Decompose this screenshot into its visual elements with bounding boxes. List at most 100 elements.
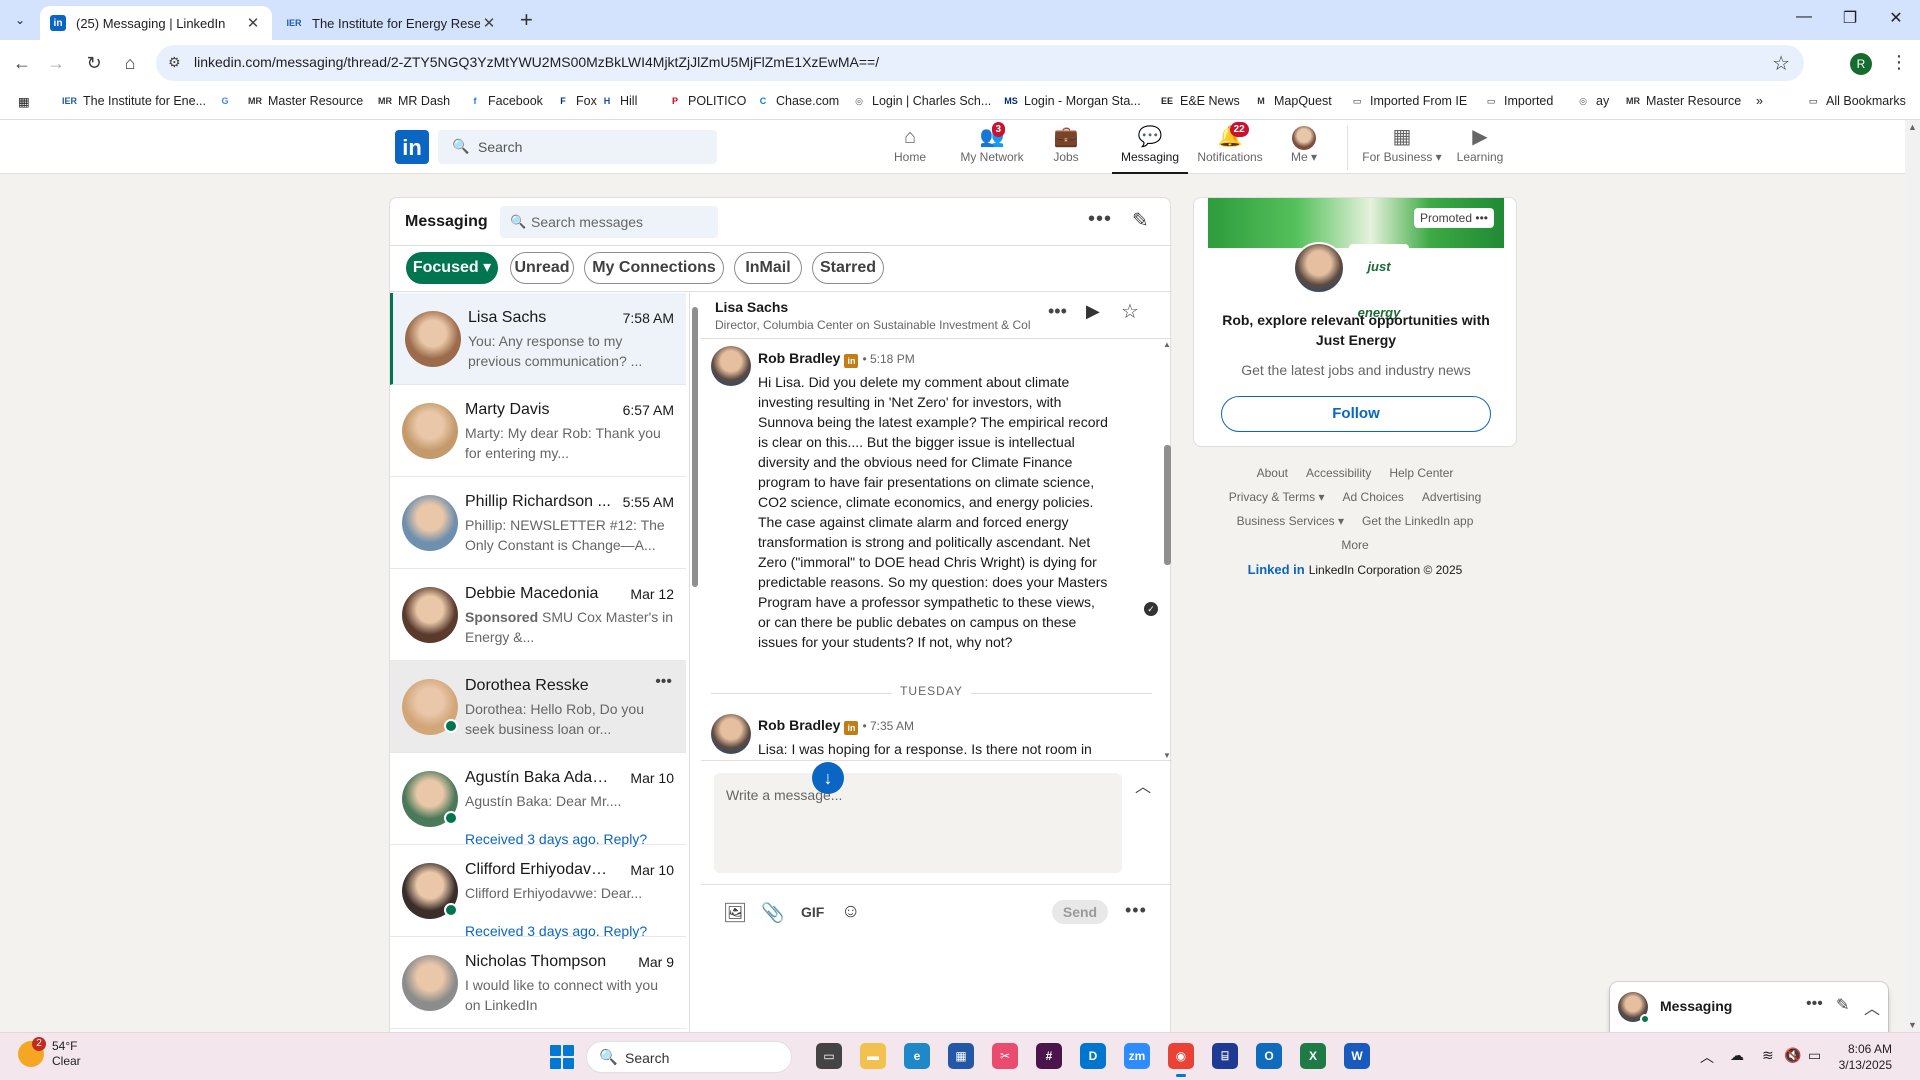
omnibox[interactable]: ⚙ linkedin.com/messaging/thread/2-ZTY5NG… [156, 45, 1804, 81]
nav-notifications[interactable]: 🔔 22 Notifications [1192, 122, 1268, 174]
expand-composer-icon[interactable]: ︿ [1135, 773, 1151, 797]
close-tab-icon[interactable]: ✕ [244, 14, 262, 32]
image-icon[interactable]: 🖼 [723, 901, 747, 925]
close-window-icon[interactable]: ✕ [1876, 8, 1916, 28]
footer-link[interactable]: Accessibility [1306, 466, 1371, 480]
footer-link[interactable]: Help Center [1389, 466, 1453, 480]
company-logo[interactable]: just energy [1349, 244, 1409, 320]
footer-link[interactable]: Get the LinkedIn app [1362, 514, 1473, 528]
promoted-label[interactable]: Promoted ••• [1414, 208, 1494, 228]
conversation-item[interactable]: Nicholas Thompson Mar 9 I would like to co… [390, 937, 686, 1029]
emoji-icon[interactable]: ☺ [841, 901, 860, 923]
chevron-up-icon[interactable]: ︿ [1864, 995, 1880, 1019]
nav-learning[interactable]: ▶ Learning [1448, 124, 1512, 174]
url-text[interactable]: linkedin.com/messaging/thread/2-ZTY5NGQ3… [194, 54, 879, 70]
nav-jobs[interactable]: 💼 Jobs [1044, 124, 1088, 174]
filter-focused[interactable]: Focused ▾ [406, 252, 498, 284]
footer-link[interactable]: About [1257, 466, 1288, 480]
close-tab-icon[interactable]: ✕ [480, 14, 498, 32]
zoom-icon[interactable]: zm [1124, 1043, 1150, 1069]
compose-icon[interactable]: ✎ [1836, 995, 1849, 1015]
footer-link[interactable]: Privacy & Terms ▾ [1229, 490, 1325, 504]
page-scrollbar[interactable]: ▲ ▼ [1905, 120, 1920, 1032]
conversation-item[interactable]: Dorothea Resske ••• Dorothea: Hello Rob, D… [390, 661, 686, 753]
bookmark-item[interactable]: MR Master Resource [248, 94, 363, 108]
conversation-item[interactable]: Marty Davis 6:57 AM Marty: My dear Rob: Th… [390, 385, 686, 477]
thread-options-icon[interactable]: ••• [1048, 301, 1067, 322]
overlay-options-icon[interactable]: ••• [1806, 995, 1823, 1013]
filter-unread[interactable]: Unread [510, 252, 574, 284]
browser-tab[interactable]: IER The Institute for Energy Research ✕ [276, 6, 508, 40]
tab-search-chevron-icon[interactable]: ⌄ [8, 8, 32, 32]
sender-avatar[interactable] [711, 714, 751, 754]
remote-desktop-icon[interactable]: ⌸ [1212, 1043, 1238, 1069]
bookmark-item[interactable]: IER The Institute for Ene... [62, 94, 206, 108]
follow-button[interactable]: Follow [1221, 396, 1491, 432]
store-icon[interactable]: ▦ [948, 1043, 974, 1069]
messaging-overlay[interactable]: Messaging ••• ✎ ︿ [1610, 982, 1888, 1032]
forward-icon[interactable]: → [42, 49, 70, 77]
conversation-item[interactable]: Debbie Macedonia Mar 12 Sponsored SMU Cox … [390, 569, 686, 661]
scroll-down-icon[interactable]: ▼ [1908, 1020, 1917, 1030]
start-button[interactable] [550, 1045, 574, 1069]
compose-icon[interactable]: ✎ [1132, 208, 1149, 233]
site-info-icon[interactable]: ⚙ [168, 54, 181, 71]
taskbar-clock[interactable]: 8:06 AM 3/13/2025 [1830, 1041, 1892, 1073]
bookmark-item[interactable]: MS Login - Morgan Sta... [1004, 94, 1140, 108]
nav-my-network[interactable]: 👥 3 My Network [952, 122, 1032, 174]
taskbar-search[interactable]: 🔍 Search [586, 1041, 792, 1073]
snip-icon[interactable]: ✂ [992, 1043, 1018, 1069]
wifi-icon[interactable]: ≋ [1762, 1047, 1774, 1064]
video-call-icon[interactable]: ▶ [1086, 301, 1100, 322]
bookmark-item[interactable]: G [218, 94, 238, 108]
onedrive-icon[interactable]: ☁ [1730, 1047, 1744, 1064]
nav-me[interactable]: Me ▾ [1284, 124, 1324, 174]
filter-starred[interactable]: Starred [812, 252, 884, 284]
bookmark-item[interactable]: MR Master Resource [1626, 94, 1741, 108]
bookmark-item[interactable]: EE E&E News [1160, 94, 1240, 108]
conversation-item[interactable]: Lisa Sachs 7:58 AM You: Any response to my… [390, 293, 686, 385]
bookmark-item[interactable]: f Facebook [468, 94, 543, 108]
dell-icon[interactable]: D [1080, 1043, 1106, 1069]
bookmark-item[interactable]: P POLITICO [668, 94, 746, 108]
scroll-up-icon[interactable]: ▲ [1908, 122, 1917, 132]
jump-to-latest-icon[interactable]: ↓ [812, 762, 844, 794]
speaker-muted-icon[interactable]: 🔇 [1784, 1047, 1801, 1064]
conversation-options-icon[interactable]: ••• [655, 673, 672, 691]
star-icon[interactable]: ☆ [1121, 299, 1139, 324]
thread-contact-name[interactable]: Lisa Sachs [715, 299, 788, 315]
global-search[interactable]: 🔍 Search [438, 130, 717, 164]
nav-for-business[interactable]: ▦ For Business ▾ [1356, 124, 1448, 174]
browser-menu-icon[interactable]: ⋮ [1890, 52, 1908, 73]
bookmark-item[interactable]: ▭ Imported [1484, 94, 1554, 108]
composer-options-icon[interactable]: ••• [1125, 900, 1147, 921]
apps-grid-icon[interactable]: ▦ [18, 94, 30, 109]
footer-link[interactable]: Business Services ▾ [1237, 514, 1344, 528]
footer-link[interactable]: Ad Choices [1343, 490, 1404, 504]
weather-widget[interactable]: 2 54°F Clear [18, 1037, 81, 1069]
bookmark-item[interactable]: H Hill [600, 94, 638, 108]
word-icon[interactable]: W [1344, 1043, 1370, 1069]
back-icon[interactable]: ← [8, 49, 36, 77]
reload-icon[interactable]: ↻ [80, 49, 108, 77]
excel-icon[interactable]: X [1300, 1043, 1326, 1069]
all-bookmarks[interactable]: ▭ All Bookmarks [1806, 94, 1906, 108]
bookmark-item[interactable]: F Fox [556, 94, 597, 108]
profile-avatar[interactable]: R [1850, 53, 1872, 75]
scrollbar-thumb[interactable] [692, 307, 698, 587]
outlook-icon[interactable]: O [1256, 1043, 1282, 1069]
bookmark-item[interactable]: MR MR Dash [378, 94, 450, 108]
battery-icon[interactable]: ▭ [1808, 1047, 1821, 1064]
footer-link[interactable]: More [1341, 538, 1368, 552]
nav-messaging[interactable]: 💬 Messaging [1112, 124, 1188, 174]
filter-my-connections[interactable]: My Connections [584, 252, 724, 284]
conversation-list-scrollbar[interactable] [690, 293, 700, 1033]
scroll-up-icon[interactable]: ▲ [1163, 340, 1171, 349]
bookmark-star-icon[interactable]: ☆ [1772, 51, 1790, 76]
scroll-down-icon[interactable]: ▼ [1163, 751, 1171, 760]
search-messages-input[interactable]: 🔍 Search messages [500, 206, 718, 238]
task-view-icon[interactable]: ▭ [816, 1043, 842, 1069]
new-tab-icon[interactable]: + [520, 7, 533, 33]
conversation-item[interactable]: Agustín Baka Adam... Mar 10 Agustín Baka: … [390, 753, 686, 847]
bookmark-item[interactable]: C Chase.com [756, 94, 839, 108]
